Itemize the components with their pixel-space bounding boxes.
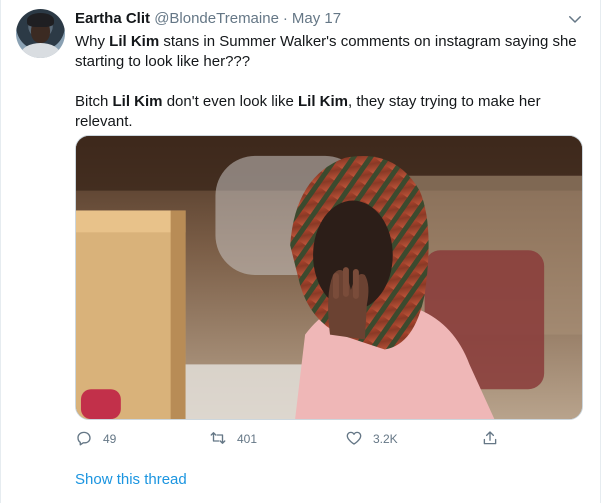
tweet-actions: 49 401 3.2K [75,428,505,450]
heart-icon [345,429,363,450]
retweet-icon [209,429,227,450]
mention-text: Lil Kim [297,93,348,110]
author-display-name[interactable]: Eartha Clit [75,10,150,27]
like-count: 3.2K [373,432,398,446]
share-button[interactable] [481,428,499,450]
tweet-text-run: don't even look like [162,93,298,110]
tweet-header: Eartha Clit @BlondeTremaine · May 17 [75,9,584,29]
tweet-text: Why Lil Kim stans in Summer Walker's com… [75,32,582,132]
like-button[interactable]: 3.2K [345,428,398,450]
share-icon [481,429,499,450]
tweet-paragraph: Why Lil Kim stans in Summer Walker's com… [75,32,582,72]
reply-icon [75,429,93,450]
mention-text: Lil Kim [109,33,160,50]
avatar[interactable] [16,9,65,58]
chevron-down-icon[interactable] [566,10,584,28]
tweet-text-run: Bitch [75,93,113,110]
reply-button[interactable]: 49 [75,428,116,450]
reply-count: 49 [103,432,117,446]
tweet-card[interactable]: Eartha Clit @BlondeTremaine · May 17 Why L… [0,0,601,503]
tweet-photo[interactable] [75,135,583,420]
mention-text: Lil Kim [112,93,163,110]
show-thread-link[interactable]: Show this thread [75,470,187,490]
tweet-date[interactable]: May 17 [292,10,341,27]
header-separator: · [282,10,288,27]
tweet-paragraph: Bitch Lil Kim don't even look like Lil K… [75,92,582,132]
retweet-button[interactable]: 401 [209,428,257,450]
tweet-text-run: Why [75,33,110,50]
retweet-count: 401 [237,432,258,446]
author-handle[interactable]: @BlondeTremaine [154,10,279,27]
